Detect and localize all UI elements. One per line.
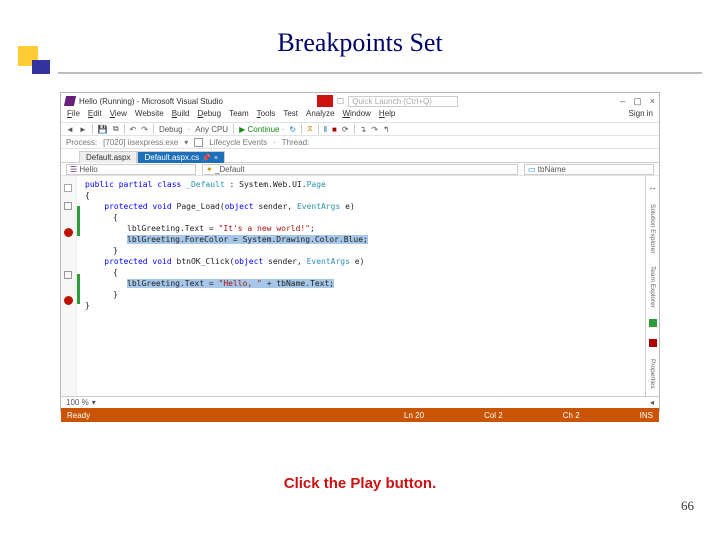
pause-icon[interactable]: ‖ <box>324 125 327 134</box>
redo-icon[interactable]: ↷ <box>141 125 148 134</box>
thread-label: Thread: <box>282 138 310 147</box>
page-number: 66 <box>681 498 694 514</box>
notif-icon[interactable]: ☐ <box>337 97 344 106</box>
menu-test[interactable]: Test <box>283 109 298 122</box>
minimize-button[interactable]: – <box>620 96 625 107</box>
status-ins: INS <box>640 411 653 420</box>
continue-button[interactable]: ▶ Continue · <box>239 125 284 134</box>
code-editor[interactable]: public partial class _Default : System.W… <box>77 176 645 396</box>
config-dropdown[interactable]: Debug <box>159 125 183 134</box>
nav-forward-icon[interactable]: ► <box>79 125 87 134</box>
highlighted-line: lblGreeting.ForeColor = System.Drawing.C… <box>127 235 368 244</box>
menu-analyze[interactable]: Analyze <box>306 109 334 122</box>
outline-box-icon[interactable] <box>64 271 72 279</box>
undo-icon[interactable]: ↶ <box>130 125 137 134</box>
menu-edit[interactable]: Edit <box>88 109 102 122</box>
nav-back-icon[interactable]: ◄ <box>66 125 74 134</box>
menu-debug[interactable]: Debug <box>197 109 221 122</box>
tab-default-aspx[interactable]: Default.aspx <box>79 151 137 163</box>
highlighted-line: lblGreeting.Text = "Hello, " + tbName.Te… <box>127 279 334 288</box>
menu-file[interactable]: File <box>67 109 80 122</box>
tab-default-aspx-cs[interactable]: Default.aspx.cs📌× <box>137 151 225 163</box>
status-ch: Ch 2 <box>563 411 580 420</box>
maximize-button[interactable]: ▢ <box>633 96 642 107</box>
window-title: Hello (Running) - Microsoft Visual Studi… <box>79 97 223 106</box>
menu-build[interactable]: Build <box>172 109 190 122</box>
quick-launch-input[interactable]: Quick Launch (Ctrl+Q) <box>348 96 458 107</box>
member-dropdown[interactable]: ▭ tbName <box>524 164 654 175</box>
code-line: } <box>85 300 642 311</box>
breakpoint-gutter[interactable] <box>61 176 77 396</box>
title-rule <box>58 72 702 74</box>
stop-icon[interactable]: ■ <box>332 125 337 134</box>
menu-tools[interactable]: Tools <box>257 109 276 122</box>
titlebar: Hello (Running) - Microsoft Visual Studi… <box>61 93 659 109</box>
save-all-icon[interactable]: ⧉ <box>113 124 119 134</box>
change-marker <box>77 274 80 304</box>
step-into-icon[interactable]: ↴ <box>360 125 367 134</box>
status-bar: Ready Ln 20 Col 2 Ch 2 INS <box>61 408 659 422</box>
vs-icon <box>64 96 76 106</box>
breakpoint-icon[interactable] <box>64 228 73 237</box>
browser-refresh-icon[interactable]: ↻ <box>289 125 296 134</box>
tool-window-icon[interactable] <box>649 339 657 347</box>
status-ready: Ready <box>67 411 90 420</box>
outline-box-icon[interactable] <box>64 202 72 210</box>
restart-icon[interactable]: ⟳ <box>342 125 349 134</box>
sign-in-link[interactable]: Sign in <box>629 109 653 122</box>
menu-bar: File Edit View Website Build Debug Team … <box>61 109 659 122</box>
menu-team[interactable]: Team <box>229 109 249 122</box>
pin-icon[interactable]: 📌 <box>202 155 211 162</box>
toolbar-main: ◄ ► 💾 ⧉ ↶ ↷ Debug · Any CPU ▶ Continue ·… <box>61 122 659 136</box>
navigation-dropdowns: ☰ Hello ✦ _Default ▭ tbName <box>61 163 659 176</box>
events-dropdown[interactable]: Lifecycle Events <box>209 138 267 147</box>
code-line: { <box>85 267 642 278</box>
expand-icon[interactable]: ↔ <box>648 182 657 192</box>
status-col: Col 2 <box>484 411 503 420</box>
events-checkbox[interactable] <box>194 138 203 147</box>
code-line: } <box>85 245 642 256</box>
toolbar-debug: Process: [7020] iisexpress.exe ▾ Lifecyc… <box>61 136 659 149</box>
status-ln: Ln 20 <box>404 411 424 420</box>
code-line: { <box>85 212 642 223</box>
close-tab-icon[interactable]: × <box>214 155 218 162</box>
project-dropdown[interactable]: ☰ Hello <box>66 164 196 175</box>
step-out-icon[interactable]: ↰ <box>383 125 390 134</box>
stop-recording-icon[interactable] <box>317 95 333 107</box>
properties-tab[interactable]: Properties <box>649 359 656 389</box>
menu-view[interactable]: View <box>110 109 127 122</box>
close-button[interactable]: × <box>650 96 655 107</box>
step-over-icon[interactable]: ↷ <box>371 125 378 134</box>
save-icon[interactable]: 💾 <box>98 125 108 134</box>
zoom-dropdown[interactable]: 100 % <box>66 398 89 407</box>
menu-website[interactable]: Website <box>135 109 164 122</box>
step-icon[interactable]: ⧖ <box>307 124 313 134</box>
breakpoint-icon[interactable] <box>64 296 73 305</box>
code-line: { <box>85 190 642 201</box>
process-label: Process: <box>66 138 97 147</box>
visual-studio-window: Hello (Running) - Microsoft Visual Studi… <box>60 92 660 412</box>
change-marker <box>77 206 80 236</box>
slide-title: Breakpoints Set <box>0 0 720 58</box>
slide-caption: Click the Play button. <box>0 475 720 492</box>
editor-tabs: Default.aspx Default.aspx.cs📌× <box>61 149 659 163</box>
editor-main: public partial class _Default : System.W… <box>61 176 659 396</box>
scroll-arrow-icon[interactable]: ◂ <box>650 398 654 407</box>
platform-dropdown[interactable]: Any CPU <box>195 125 228 134</box>
menu-window[interactable]: Window <box>342 109 370 122</box>
slide-corner-decoration <box>18 46 52 74</box>
zoom-bar: 100 %▾ ◂ <box>61 396 659 408</box>
right-sidebar: ↔ Solution Explorer Team Explorer Proper… <box>645 176 659 396</box>
solution-explorer-tab[interactable]: Solution Explorer <box>649 204 656 254</box>
tool-window-icon[interactable] <box>649 319 657 327</box>
outline-toggle-icon[interactable] <box>64 184 72 192</box>
team-explorer-tab[interactable]: Team Explorer <box>649 266 656 308</box>
class-dropdown[interactable]: ✦ _Default <box>202 164 518 175</box>
code-line: } <box>85 289 642 300</box>
menu-help[interactable]: Help <box>379 109 395 122</box>
process-dropdown[interactable]: [7020] iisexpress.exe <box>103 138 178 147</box>
